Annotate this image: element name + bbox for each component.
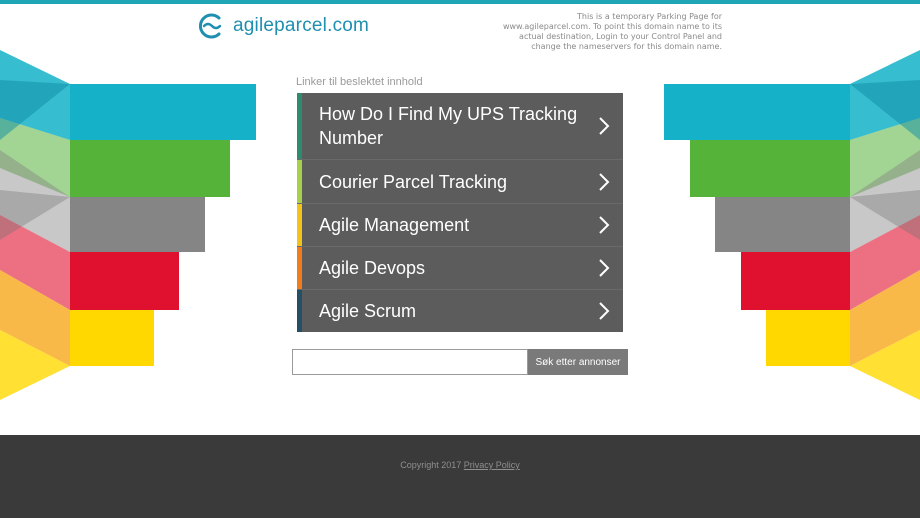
chevron-right-icon	[599, 172, 610, 191]
link-accent-stripe	[297, 160, 302, 203]
related-link-courier-parcel-tracking[interactable]: Courier Parcel Tracking	[297, 160, 623, 204]
search-bar: Søk etter annonser	[292, 349, 628, 375]
chevron-right-icon	[599, 259, 610, 277]
related-link-label: Agile Scrum	[319, 301, 417, 321]
link-accent-stripe	[297, 247, 302, 289]
parking-notice-line: www.agileparcel.com. To point this domai…	[502, 22, 722, 31]
privacy-policy-link[interactable]: Privacy Policy	[464, 460, 520, 470]
search-ads-button[interactable]: Søk etter annonser	[528, 349, 628, 375]
chevron-right-icon	[599, 117, 610, 135]
related-link-agile-scrum[interactable]: Agile Scrum	[297, 290, 623, 332]
related-link-label: Agile Management	[319, 215, 470, 235]
logo-mark-icon	[199, 13, 222, 39]
related-link-label: Courier Parcel Tracking	[319, 171, 508, 192]
chevron-right-icon	[599, 302, 610, 320]
footer-text: Copyright 2017 Privacy Policy	[0, 460, 920, 470]
related-link-agile-management[interactable]: Agile Management	[297, 204, 623, 247]
parking-notice-line: This is a temporary Parking Page for	[577, 12, 722, 21]
related-links-list: How Do I Find My UPS Tracking Number Cou…	[297, 93, 623, 332]
link-accent-stripe	[297, 93, 302, 159]
top-accent-bar	[0, 0, 920, 4]
parking-notice-line: change the nameservers for this domain n…	[531, 42, 722, 51]
parking-notice: This is a temporary Parking Page for www…	[482, 12, 722, 52]
footer: Copyright 2017 Privacy Policy	[0, 435, 920, 518]
link-accent-stripe	[297, 290, 302, 332]
site-logo[interactable]: agileparcel.com	[197, 10, 369, 42]
related-link-agile-devops[interactable]: Agile Devops	[297, 247, 623, 290]
related-link-label: How Do I Find My UPS Tracking Number	[319, 104, 578, 148]
search-input[interactable]	[292, 349, 528, 375]
link-accent-stripe	[297, 204, 302, 246]
parking-notice-line: actual destination, Login to your Contro…	[519, 32, 722, 41]
related-links-title: Linker til beslektet innhold	[296, 76, 423, 88]
related-link-label: Agile Devops	[319, 258, 426, 278]
copyright-text: Copyright 2017	[400, 460, 462, 470]
chevron-right-icon	[599, 216, 610, 234]
related-link-ups-tracking[interactable]: How Do I Find My UPS Tracking Number	[297, 93, 623, 160]
logo-domain-text: agileparcel.com	[233, 15, 370, 36]
